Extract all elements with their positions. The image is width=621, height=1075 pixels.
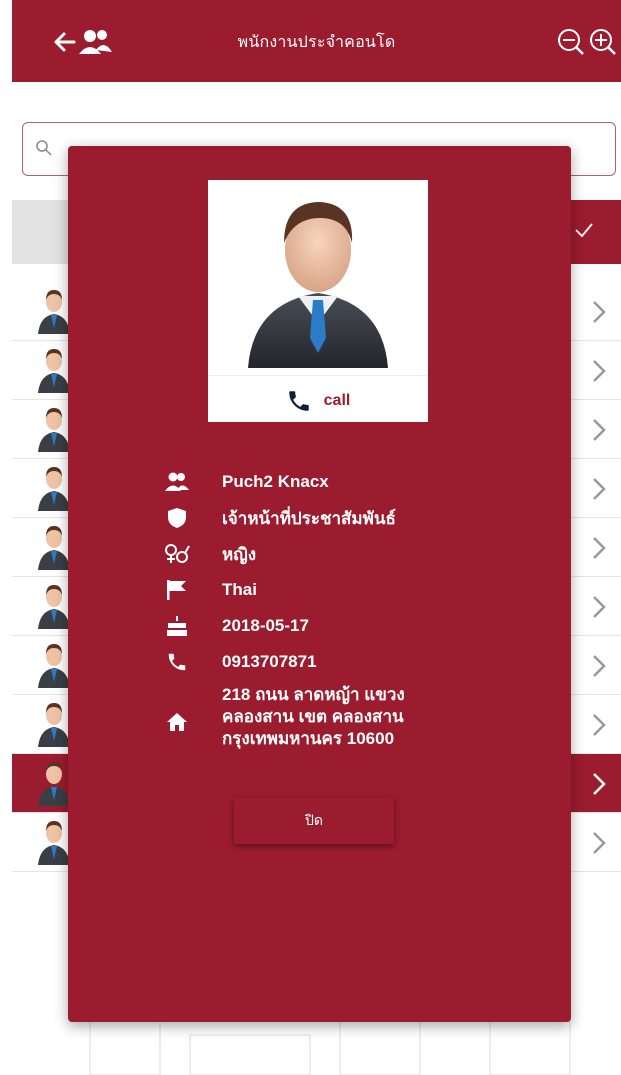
phone-icon (288, 391, 309, 411)
info-gender: หญิง (164, 536, 554, 572)
gender-icon (165, 544, 190, 563)
staff-info: Puch2 Knacx เจ้าหน้าที่ประชาสัมพันธ์ หญิ… (164, 464, 554, 764)
staff-name: Puch2 Knacx (222, 472, 329, 491)
profile-card: call (208, 180, 428, 422)
shield-icon (168, 508, 186, 528)
card-divider (208, 375, 428, 376)
info-nationality: Thai (164, 572, 554, 608)
chevron-right-icon (593, 596, 606, 618)
profile-photo (248, 202, 388, 368)
staff-gender: หญิง (222, 544, 256, 564)
chevron-right-icon (593, 714, 606, 736)
staff-address: 218 ถนน ลาดหญ้า แขวง คลองสาน เขต คลองสาน… (222, 685, 405, 748)
staff-position: เจ้าหน้าที่ประชาสัมพันธ์ (222, 508, 396, 528)
people-icon (165, 472, 189, 491)
birthday-cake-icon (167, 616, 187, 636)
call-button[interactable]: call (208, 386, 428, 416)
flag-icon (167, 580, 186, 600)
chevron-right-icon (593, 655, 606, 677)
phone-icon (168, 653, 186, 671)
chevron-right-icon (593, 537, 606, 559)
home-icon (167, 713, 187, 731)
info-name: Puch2 Knacx (164, 464, 554, 500)
chevron-right-icon (593, 419, 606, 441)
search-icon (36, 140, 52, 156)
chevron-right-icon (593, 773, 606, 795)
staff-detail-modal: call Puch2 Knacx เจ้าหน้าที่ประชาสัมพันธ… (68, 146, 571, 1022)
chevron-right-icon (593, 360, 606, 382)
info-address: 218 ถนน ลาดหญ้า แขวง คลองสาน เขต คลองสาน… (164, 680, 554, 764)
page-title: พนักงานประจำคอนโด (237, 32, 396, 51)
app-header: พนักงานประจำคอนโด (12, 0, 621, 82)
info-birthdate: 2018-05-17 (164, 608, 554, 644)
zoom-out-icon[interactable] (557, 28, 585, 56)
staff-phone: 0913707871 (222, 652, 317, 671)
zoom-in-icon[interactable] (589, 28, 617, 56)
call-label: call (323, 392, 351, 409)
staff-birthdate: 2018-05-17 (222, 616, 309, 635)
close-button[interactable]: ปิด (234, 798, 394, 844)
chevron-right-icon (593, 301, 606, 323)
chevron-right-icon (593, 832, 606, 854)
info-position: เจ้าหน้าที่ประชาสัมพันธ์ (164, 500, 554, 536)
staff-nationality: Thai (222, 580, 257, 599)
info-phone: 0913707871 (164, 644, 554, 680)
check-icon (575, 223, 593, 238)
chevron-right-icon (593, 478, 606, 500)
